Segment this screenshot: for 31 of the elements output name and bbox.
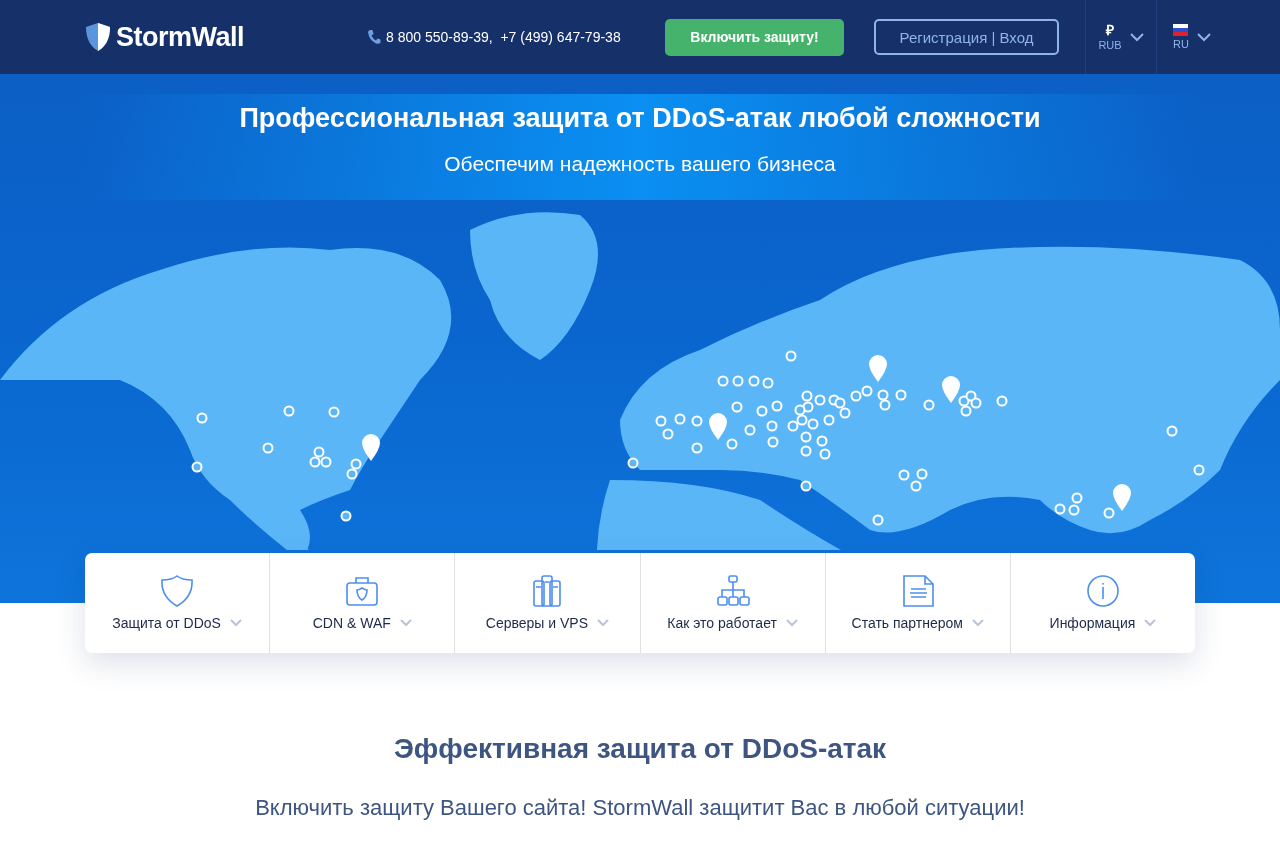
hero-subtitle: Обеспечим надежность вашего бизнеса: [444, 152, 836, 176]
chevron-down-icon: [785, 619, 798, 627]
hierarchy-icon: [714, 575, 751, 607]
logo-text[interactable]: StormWall: [116, 21, 244, 53]
ruble-symbol: ₽: [1106, 23, 1114, 37]
chevron-down-icon: [1144, 619, 1157, 627]
menu-item[interactable]: Как это работает: [640, 553, 826, 653]
section-text: Включить защиту Вашего сайта! StormWall защитит Вас в любой ситуации!: [254, 795, 1026, 821]
menu-item[interactable]: Стать партнером: [825, 553, 1011, 653]
chevron-down-icon: [1129, 32, 1144, 42]
section-title: Эффективная защита от DDoS-атак: [392, 733, 888, 765]
menu-item[interactable]: Серверы и VPS: [455, 553, 641, 653]
phone-icon: [367, 29, 381, 45]
hero-title: Профессиональная защита от DDoS-атак любой сложности: [239, 103, 1041, 134]
language-code: RU: [1173, 38, 1189, 50]
info-icon: [1084, 575, 1121, 607]
chevron-down-icon: [972, 619, 984, 627]
register-login-button[interactable]: Регистрация | Вход: [874, 19, 1059, 55]
chevron-down-icon: [399, 619, 412, 627]
menu-item[interactable]: Информация: [1010, 553, 1196, 653]
shield-logo-icon: [85, 22, 111, 52]
shield-icon: [159, 575, 196, 607]
flag-icon: [1173, 24, 1189, 36]
briefcase-shield-icon: [344, 575, 381, 607]
menu-item[interactable]: Защита от DDoS: [85, 553, 271, 653]
currency-code: RUB: [1098, 39, 1122, 51]
chevron-down-icon: [597, 619, 610, 627]
chevron-down-icon: [229, 619, 242, 627]
phone-numbers: 8 800 550-89-39, +7 (499) 647-79-38: [386, 29, 621, 45]
chevron-down-icon: [1196, 32, 1211, 42]
menu-item[interactable]: CDN & WAF: [270, 553, 456, 653]
